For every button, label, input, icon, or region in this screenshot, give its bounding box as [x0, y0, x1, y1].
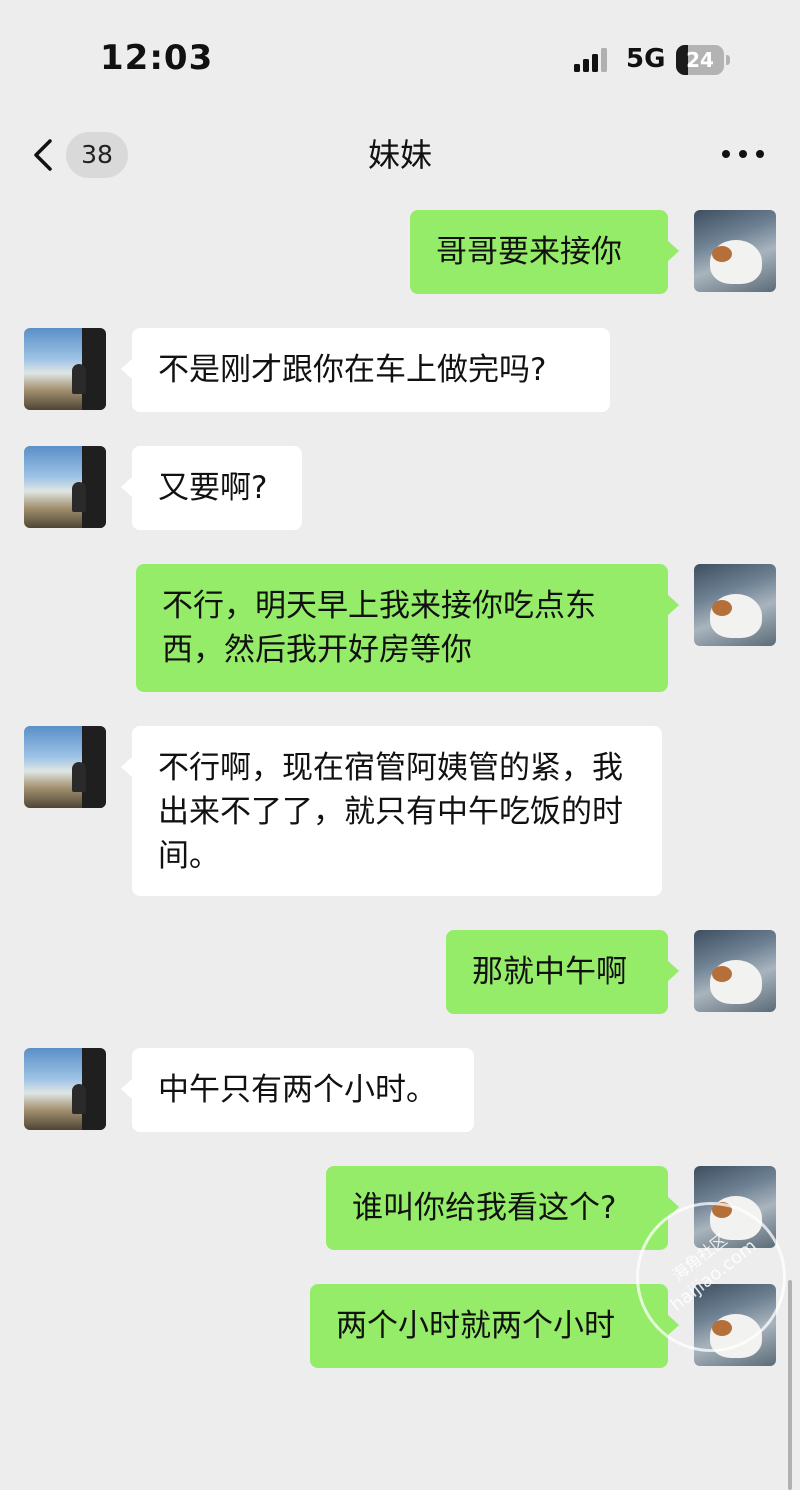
contact-avatar[interactable]	[24, 1048, 106, 1130]
self-avatar[interactable]	[694, 930, 776, 1012]
message-bubble-outgoing[interactable]: 那就中午啊	[446, 930, 679, 1014]
contact-avatar[interactable]	[24, 446, 106, 528]
self-avatar[interactable]	[694, 210, 776, 292]
more-dots-icon[interactable]	[720, 142, 766, 166]
signal-icon	[574, 48, 607, 72]
unread-count-badge: 38	[66, 132, 128, 178]
battery-icon: 24	[676, 45, 732, 75]
back-button[interactable]: 38	[28, 132, 138, 178]
status-time: 12:03	[100, 38, 214, 78]
message-bubble-outgoing[interactable]: 谁叫你给我看这个?	[326, 1166, 679, 1250]
message-bubble-incoming[interactable]: 又要啊?	[121, 446, 302, 530]
message-bubble-outgoing[interactable]: 不行，明天早上我来接你吃点东西，然后我开好房等你	[136, 564, 679, 692]
message-bubble-incoming[interactable]: 不是刚才跟你在车上做完吗?	[121, 328, 610, 412]
network-label: 5G	[626, 44, 666, 74]
contact-avatar[interactable]	[24, 328, 106, 410]
scrollbar[interactable]	[788, 1280, 792, 1490]
contact-avatar[interactable]	[24, 726, 106, 808]
self-avatar[interactable]	[694, 564, 776, 646]
battery-level: 24	[686, 48, 714, 72]
chat-title: 妹妹	[367, 136, 432, 174]
message-bubble-outgoing[interactable]: 两个小时就两个小时	[310, 1284, 679, 1368]
message-list[interactable]: 哥哥要来接你 不是刚才跟你在车上做完吗? 又要啊? 不行，明天早上我来接你吃点东…	[0, 200, 800, 1490]
status-bar: 12:03 5G 24	[0, 0, 800, 100]
chevron-left-icon	[34, 139, 52, 171]
message-bubble-incoming[interactable]: 不行啊，现在宿管阿姨管的紧，我出来不了了，就只有中午吃饭的时间。	[121, 726, 662, 896]
message-bubble-incoming[interactable]: 中午只有两个小时。	[121, 1048, 474, 1132]
message-bubble-outgoing[interactable]: 哥哥要来接你	[410, 210, 679, 294]
nav-bar: 38 妹妹	[0, 110, 800, 200]
